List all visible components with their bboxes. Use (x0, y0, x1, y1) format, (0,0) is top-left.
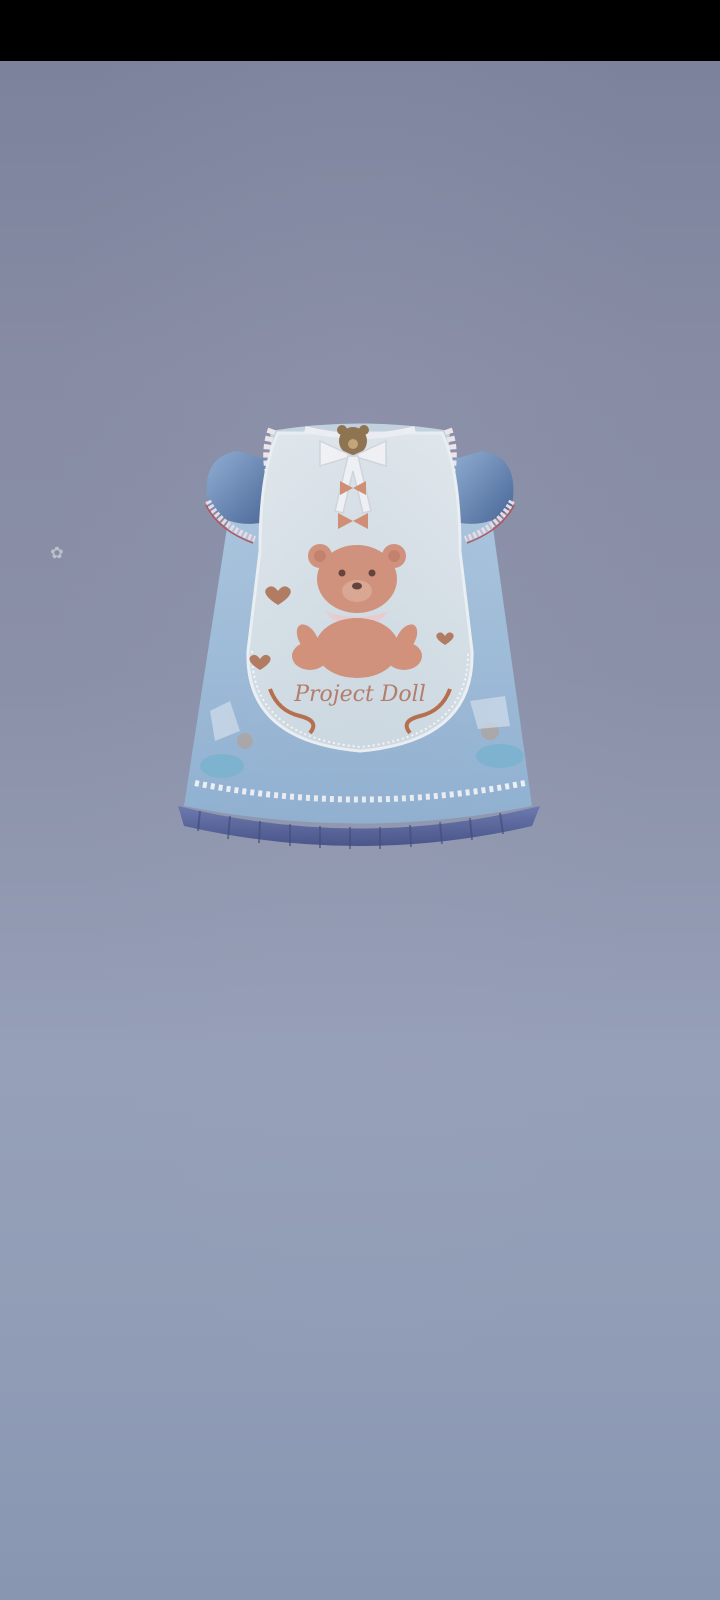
dress-model[interactable]: Project Doll (160, 411, 560, 871)
outfit-preview-stage[interactable]: ✿ Project Doll (0, 61, 720, 1600)
sparkle-icon: ✿ (50, 543, 64, 562)
status-bar (0, 0, 720, 61)
print-text: Project Doll (293, 682, 426, 707)
game-screen: ✿ Project Doll (0, 0, 720, 1600)
